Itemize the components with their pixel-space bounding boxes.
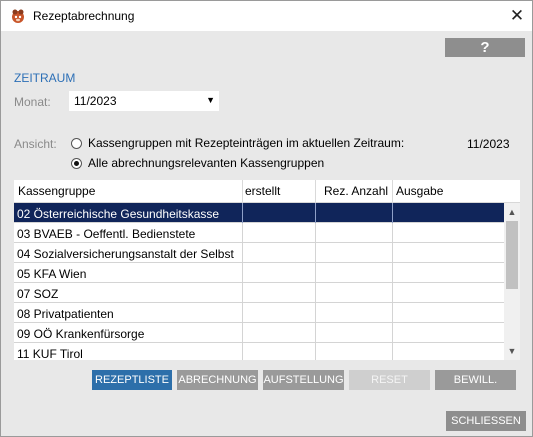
window-title: Rezeptabrechnung	[33, 9, 135, 23]
table-row[interactable]: 11 KUF Tirol	[14, 343, 504, 360]
table-row[interactable]: 04 Sozialversicherungsanstalt der Selbst	[14, 243, 504, 263]
monat-value: 11/2023	[74, 94, 117, 108]
table-row[interactable]: 02 Österreichische Gesundheitskasse	[14, 203, 504, 223]
rezeptliste-button[interactable]: REZEPTLISTE	[92, 370, 172, 390]
table-row[interactable]: 09 OÖ Krankenfürsorge	[14, 323, 504, 343]
close-icon[interactable]: ✕	[502, 1, 532, 31]
table-row[interactable]: 05 KFA Wien	[14, 263, 504, 283]
bewill-button[interactable]: BEWILL.	[435, 370, 516, 390]
cell-kassengruppe: 02 Österreichische Gesundheitskasse	[17, 207, 220, 221]
cell-kassengruppe: 07 SOZ	[17, 287, 59, 301]
schliessen-button[interactable]: SCHLIESSEN	[446, 411, 526, 431]
ansicht-label: Ansicht:	[14, 137, 57, 151]
scroll-up-icon[interactable]: ▲	[504, 205, 520, 219]
cell-kassengruppe: 08 Privatpatienten	[17, 307, 114, 321]
monat-label: Monat:	[14, 95, 51, 109]
column-header-rez-anzahl[interactable]: Rez. Anzahl	[324, 184, 388, 198]
table-row[interactable]: 03 BVAEB - Oeffentl. Bedienstete	[14, 223, 504, 243]
zeitraum-section-title: ZEITRAUM	[14, 71, 76, 85]
cell-kassengruppe: 03 BVAEB - Oeffentl. Bedienstete	[17, 227, 196, 241]
radio-option-label: Alle abrechnungsrelevanten Kassengruppen	[88, 156, 325, 170]
cell-kassengruppe: 04 Sozialversicherungsanstalt der Selbst	[17, 247, 234, 261]
column-header-ausgabe[interactable]: Ausgabe	[396, 184, 443, 198]
kassengruppen-table: Kassengruppe erstellt Rez. Anzahl Ausgab…	[14, 180, 520, 360]
abrechnung-button[interactable]: ABRECHNUNG	[177, 370, 258, 390]
monat-select[interactable]: 11/2023 ▼	[69, 91, 219, 111]
table-row[interactable]: 08 Privatpatienten	[14, 303, 504, 323]
help-button[interactable]: ?	[445, 38, 525, 57]
column-header-kassengruppe[interactable]: Kassengruppe	[18, 184, 95, 198]
cell-kassengruppe: 11 KUF Tirol	[17, 347, 83, 360]
vertical-scrollbar[interactable]: ▲ ▼	[504, 203, 520, 360]
reset-button[interactable]: RESET	[349, 370, 430, 390]
cell-kassengruppe: 09 OÖ Krankenfürsorge	[17, 327, 145, 341]
scroll-thumb[interactable]	[506, 221, 518, 289]
radio-option-label: Kassengruppen mit Rezepteinträgen im akt…	[88, 136, 405, 150]
radio-option-mit-rezepteintraegen[interactable]: Kassengruppen mit Rezepteinträgen im akt…	[71, 136, 404, 150]
column-header-erstellt[interactable]: erstellt	[245, 184, 280, 198]
dropdown-arrow-icon[interactable]: ▼	[206, 95, 215, 105]
dialog-window: Rezeptabrechnung ✕ ? ZEITRAUM Monat: 11/…	[0, 0, 533, 437]
ansicht-period: 11/2023	[467, 137, 510, 151]
table-header: Kassengruppe erstellt Rez. Anzahl Ausgab…	[14, 180, 520, 203]
radio-button-checked-icon[interactable]	[71, 157, 82, 169]
title-bar[interactable]: Rezeptabrechnung ✕	[1, 1, 532, 31]
table-row[interactable]: 07 SOZ	[14, 283, 504, 303]
radio-button-icon[interactable]	[71, 137, 82, 149]
aufstellung-button[interactable]: AUFSTELLUNG	[263, 370, 344, 390]
cell-kassengruppe: 05 KFA Wien	[17, 267, 87, 281]
scroll-down-icon[interactable]: ▼	[504, 344, 520, 358]
radio-option-alle-kassengruppen[interactable]: Alle abrechnungsrelevanten Kassengruppen	[71, 156, 324, 170]
app-logo-icon	[12, 9, 24, 23]
